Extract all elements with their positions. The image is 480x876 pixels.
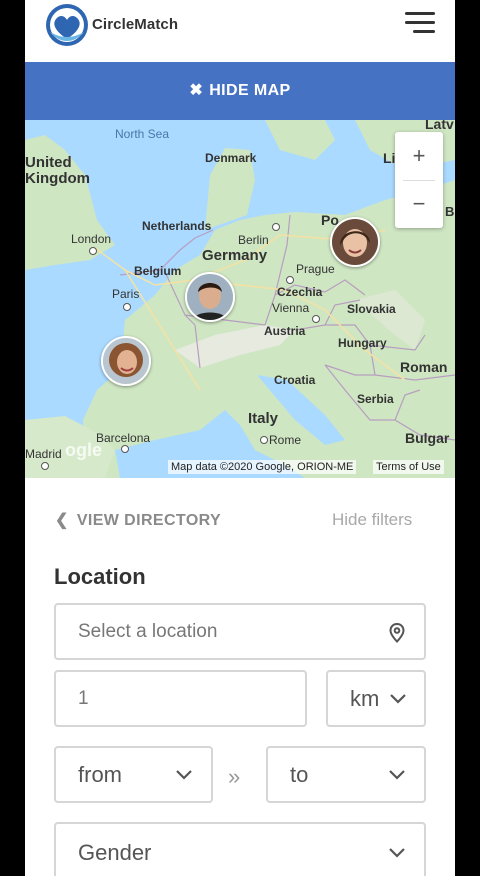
age-from-value: from: [78, 761, 122, 787]
chevron-down-icon: [390, 693, 406, 704]
distance-value: 1: [78, 687, 89, 709]
map-city-dot-madrid: [41, 462, 49, 470]
map-label-vienna: Vienna: [272, 301, 310, 315]
profile-marker-man-germany[interactable]: [185, 272, 235, 322]
avatar-man-icon: [187, 274, 233, 320]
age-to-value: to: [290, 761, 309, 787]
map-label-hungary: Hungary: [338, 336, 387, 350]
map-label-paris: Paris: [112, 287, 140, 301]
map-city-dot-vienna: [312, 315, 320, 323]
age-from-select[interactable]: from: [54, 746, 213, 803]
map-pin-icon: [389, 623, 405, 643]
gender-select[interactable]: Gender: [54, 822, 426, 876]
chevron-left-icon: ❮: [55, 512, 69, 529]
profile-marker-woman-poland[interactable]: [330, 217, 380, 267]
map-zoom-control: + −: [395, 132, 443, 228]
map-label-belarus: B: [445, 204, 455, 219]
google-watermark: ogle: [65, 440, 103, 460]
avatar-woman-curly-icon: [103, 338, 149, 384]
map-label-latvia: Latv: [425, 120, 454, 132]
location-heading: Location: [54, 564, 146, 589]
range-separator-icon: »: [228, 764, 241, 789]
profile-marker-woman-france[interactable]: [101, 336, 151, 386]
view-directory-label: VIEW DIRECTORY: [76, 512, 222, 529]
header: CircleMatch: [25, 0, 455, 62]
unit-select[interactable]: km: [326, 670, 426, 727]
zoom-out-button[interactable]: −: [395, 180, 443, 228]
map-city-dot-paris: [123, 303, 131, 311]
gender-value: Gender: [78, 840, 152, 865]
brand-name[interactable]: CircleMatch: [92, 16, 178, 33]
location-placeholder: Select a location: [78, 620, 218, 642]
map-label-czechia: Czechia: [277, 285, 323, 299]
terms-of-use-link[interactable]: Terms of Use: [373, 460, 444, 474]
view-directory-link[interactable]: ❮ VIEW DIRECTORY: [55, 510, 221, 530]
chevron-down-icon: [176, 769, 192, 780]
map[interactable]: North Sea United Kingdom Denmark Latv Li…: [25, 120, 455, 478]
map-label-barcelona: Barcelona: [96, 431, 151, 445]
chevron-down-icon: [389, 769, 405, 780]
hide-map-button[interactable]: ✖ HIDE MAP: [25, 62, 455, 120]
map-label-croatia: Croatia: [274, 373, 316, 387]
map-label-united-kingdom: United Kingdom: [25, 154, 90, 187]
map-label-italy: Italy: [248, 410, 279, 427]
age-to-select[interactable]: to: [266, 746, 426, 803]
map-label-berlin: Berlin: [238, 233, 269, 247]
map-label-romania: Roman: [400, 359, 448, 375]
distance-input[interactable]: 1: [54, 670, 307, 727]
map-label-serbia: Serbia: [357, 392, 394, 406]
hide-map-label: HIDE MAP: [209, 82, 291, 99]
map-label-austria: Austria: [264, 324, 306, 338]
hamburger-menu-icon[interactable]: [405, 10, 437, 38]
avatar-woman-icon: [332, 219, 378, 265]
map-label-denmark: Denmark: [205, 151, 257, 165]
map-label-madrid: Madrid: [25, 447, 62, 461]
map-label-bulgaria: Bulgar: [405, 430, 450, 446]
map-label-lithuania: Li: [383, 150, 396, 166]
map-label-germany: Germany: [202, 247, 268, 264]
map-attribution: Map data ©2020 Google, ORION-ME: [168, 460, 357, 474]
map-label-london: London: [71, 232, 112, 246]
close-icon: ✖: [189, 82, 204, 99]
map-city-dot-prague: [286, 276, 294, 284]
page: CircleMatch ✖ HIDE MAP North Sea United …: [25, 0, 455, 876]
circlematch-logo[interactable]: [43, 2, 91, 48]
unit-value: km: [350, 685, 380, 711]
map-city-dot-london: [89, 247, 97, 255]
location-input[interactable]: Select a location: [54, 603, 426, 660]
chevron-down-icon: [389, 848, 405, 858]
map-city-dot-berlin: [272, 223, 280, 231]
map-label-netherlands: Netherlands: [142, 219, 212, 233]
map-label-belgium: Belgium: [134, 264, 182, 278]
map-city-dot-barcelona: [121, 445, 129, 453]
map-city-dot-rome: [260, 436, 268, 444]
zoom-in-button[interactable]: +: [395, 132, 443, 180]
map-label-north-sea: North Sea: [115, 127, 170, 141]
hide-filters-link[interactable]: Hide filters: [332, 510, 412, 530]
map-label-slovakia: Slovakia: [347, 302, 396, 316]
map-label-prague: Prague: [296, 262, 335, 276]
map-label-rome: Rome: [269, 433, 302, 447]
